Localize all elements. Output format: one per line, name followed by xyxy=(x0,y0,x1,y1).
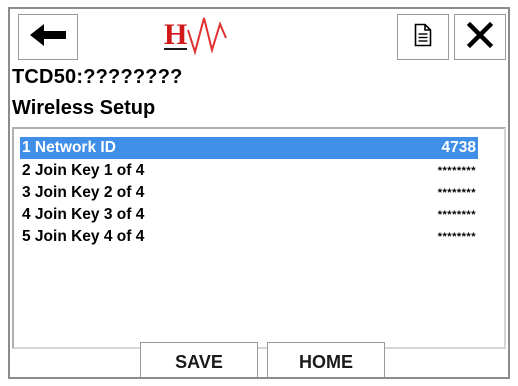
device-tag: TCD50:???????? xyxy=(12,66,183,88)
close-button[interactable] xyxy=(454,14,506,60)
list-item-label: 2 Join Key 1 of 4 xyxy=(22,162,145,179)
list-item-label: 5 Join Key 4 of 4 xyxy=(22,228,145,245)
list-item-label: 4 Join Key 3 of 4 xyxy=(22,206,145,223)
list-item-value: ******** xyxy=(437,209,476,221)
device-screen: H TCD50:???????? Wireless Setup 1 Networ… xyxy=(8,7,510,379)
list-item-join-key-3[interactable]: 4 Join Key 3 of 4 ******** xyxy=(20,204,478,226)
page-title: Wireless Setup xyxy=(12,97,156,119)
back-button[interactable] xyxy=(18,14,78,60)
list-item-join-key-4[interactable]: 5 Join Key 4 of 4 ******** xyxy=(20,226,478,248)
home-button[interactable]: HOME xyxy=(267,342,385,377)
list-item-value: 4738 xyxy=(441,139,476,156)
save-button[interactable]: SAVE xyxy=(140,342,258,377)
list-item-join-key-1[interactable]: 2 Join Key 1 of 4 ******** xyxy=(20,160,478,182)
list-item-label: 3 Join Key 2 of 4 xyxy=(22,184,145,201)
list-item-network-id[interactable]: 1 Network ID 4738 xyxy=(20,137,478,159)
document-button[interactable] xyxy=(397,14,449,60)
brand-logo: H xyxy=(162,12,252,62)
menu-list: 1 Network ID 4738 2 Join Key 1 of 4 ****… xyxy=(12,127,506,349)
list-item-value: ******** xyxy=(437,231,476,243)
list-item-value: ******** xyxy=(437,187,476,199)
list-item-join-key-2[interactable]: 3 Join Key 2 of 4 ******** xyxy=(20,182,478,204)
document-icon xyxy=(414,23,432,52)
list-item-label: 1 Network ID xyxy=(22,139,116,156)
list-item-value: ******** xyxy=(437,165,476,177)
logo-letter: H xyxy=(164,18,187,51)
close-icon xyxy=(466,21,494,54)
top-bar: H xyxy=(10,9,508,65)
arrow-left-icon xyxy=(28,22,68,53)
